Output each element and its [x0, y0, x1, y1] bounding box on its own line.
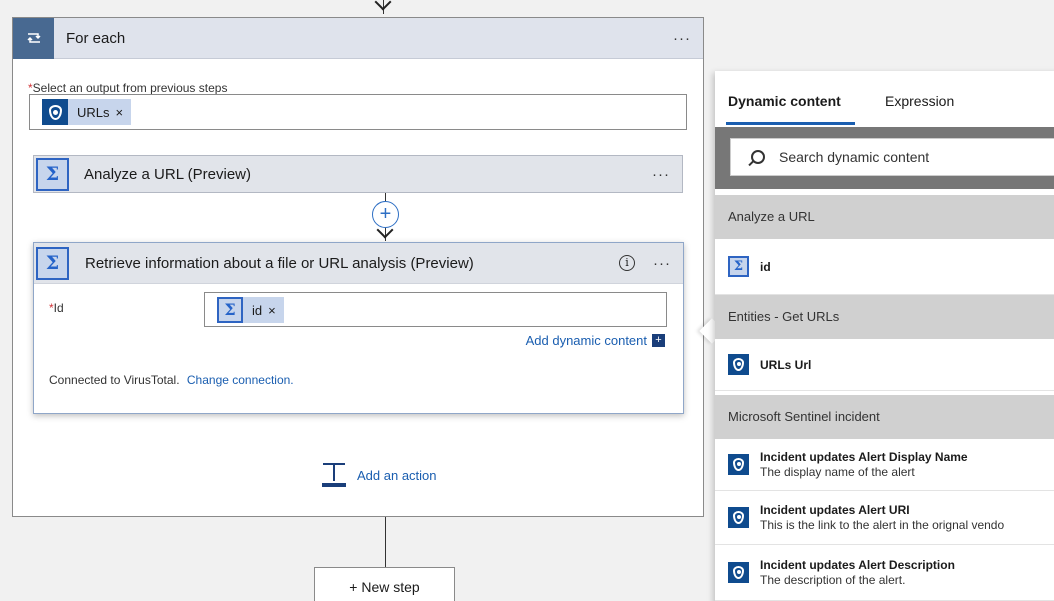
sigma-icon: Σ	[36, 157, 69, 191]
dynamic-item-text: Incident updates Alert URI This is the l…	[760, 503, 1004, 532]
urls-token-remove-button[interactable]: ×	[116, 105, 132, 120]
sentinel-shield-icon	[728, 507, 749, 528]
dynamic-item-text: Incident updates Alert Description The d…	[760, 558, 955, 587]
add-dynamic-content-icon: +	[652, 334, 665, 347]
sigma-icon: Σ	[36, 246, 69, 280]
dynamic-item-text: Incident updates Alert Display Name The …	[760, 450, 968, 479]
retrieve-info-header[interactable]: Σ Retrieve information about a file or U…	[34, 243, 683, 284]
analyze-url-title: Analyze a URL (Preview)	[84, 166, 251, 183]
select-output-input[interactable]: URLs ×	[29, 94, 687, 130]
dynamic-item-description: The description of the alert.	[760, 573, 906, 587]
dynamic-item-urls-url[interactable]: URLs Url	[715, 339, 1054, 391]
top-arrow-icon	[374, 0, 392, 11]
dynamic-item-alert-uri[interactable]: Incident updates Alert URI This is the l…	[715, 491, 1054, 545]
id-token-label: id	[252, 302, 263, 318]
search-input[interactable]: Search dynamic content	[730, 138, 1054, 176]
foreach-more-button[interactable]: ···	[673, 30, 691, 47]
retrieve-info-preview: (Preview)	[410, 254, 474, 272]
search-band: Search dynamic content	[715, 127, 1054, 189]
retrieve-info-title: Retrieve information about a file or URL…	[85, 255, 474, 272]
select-output-label: *Select an output from previous steps	[28, 81, 227, 95]
add-dynamic-content-link[interactable]: Add dynamic content +	[526, 333, 665, 348]
id-field-input[interactable]: Σ id ×	[204, 292, 667, 327]
insert-step-button[interactable]: +	[372, 201, 399, 228]
dynamic-item-description: The display name of the alert	[760, 465, 915, 479]
dynamic-item-title: Incident updates Alert Display Name	[760, 450, 968, 464]
search-placeholder: Search dynamic content	[779, 149, 930, 165]
dynamic-item-alert-description[interactable]: Incident updates Alert Description The d…	[715, 545, 1054, 601]
add-action-icon	[322, 463, 346, 487]
search-icon	[751, 150, 765, 164]
loop-icon	[13, 17, 54, 59]
retrieve-info-step: Σ Retrieve information about a file or U…	[33, 242, 684, 414]
dynamic-item-title: id	[760, 259, 771, 274]
analyze-url-title-text: Analyze a URL	[84, 165, 184, 183]
connected-text: Connected to VirusTotal.	[49, 373, 180, 387]
sentinel-shield-icon	[42, 99, 68, 125]
tab-dynamic-content[interactable]: Dynamic content	[728, 93, 841, 109]
dynamic-item-text: id	[760, 260, 771, 274]
id-token-remove-button[interactable]: ×	[268, 303, 284, 318]
new-step-button[interactable]: + New step	[314, 567, 455, 601]
dynamic-item-alert-display-name[interactable]: Incident updates Alert Display Name The …	[715, 439, 1054, 491]
urls-token[interactable]: URLs ×	[42, 99, 132, 125]
add-dynamic-content-label: Add dynamic content	[525, 333, 647, 348]
sentinel-shield-icon	[728, 354, 749, 375]
urls-token-label: URLs	[77, 104, 110, 120]
retrieve-info-more-button[interactable]: ···	[653, 255, 671, 272]
section-sentinel-incident: Microsoft Sentinel incident	[715, 395, 1054, 439]
sentinel-shield-icon	[728, 562, 749, 583]
dynamic-item-id[interactable]: Σ id	[715, 239, 1054, 295]
id-token[interactable]: Σ id ×	[217, 297, 284, 323]
foreach-header[interactable]: For each ···	[13, 17, 703, 59]
id-field-label-text: Id	[53, 301, 64, 315]
sigma-icon: Σ	[217, 297, 243, 323]
tab-expression[interactable]: Expression	[885, 93, 954, 109]
connection-status: Connected to VirusTotal. Change connecti…	[49, 373, 294, 387]
analyze-url-preview: (Preview)	[187, 165, 252, 183]
sigma-icon: Σ	[728, 256, 749, 277]
add-action-label: Add an action	[357, 467, 437, 483]
foreach-title: For each	[66, 29, 126, 47]
analyze-url-step[interactable]: Σ Analyze a URL (Preview) ···	[33, 155, 683, 193]
section-entities-get-urls: Entities - Get URLs	[715, 295, 1054, 339]
dynamic-item-title: Incident updates Alert URI	[760, 503, 910, 517]
dynamic-content-panel: Dynamic content Expression Search dynami…	[715, 71, 1054, 601]
analyze-url-more-button[interactable]: ···	[652, 166, 670, 183]
dynamic-item-title: Incident updates Alert Description	[760, 558, 955, 572]
section-analyze-url: Analyze a URL	[715, 195, 1054, 239]
panel-tabs: Dynamic content Expression	[715, 71, 1054, 127]
info-icon[interactable]: i	[619, 255, 635, 271]
select-output-label-text: Select an output from previous steps	[32, 81, 228, 95]
dynamic-item-title: URLs Url	[760, 357, 812, 372]
id-field-label: *Id	[49, 301, 64, 315]
change-connection-link[interactable]: Change connection.	[187, 373, 294, 387]
new-step-connector	[385, 517, 386, 567]
retrieve-info-title-text: Retrieve information about a file or URL…	[85, 254, 407, 272]
add-action-button[interactable]: Add an action	[322, 463, 437, 487]
sentinel-shield-icon	[728, 454, 749, 475]
dynamic-item-text: URLs Url	[760, 358, 811, 372]
active-tab-indicator	[726, 122, 855, 125]
dynamic-item-description: This is the link to the alert in the ori…	[760, 518, 1005, 532]
